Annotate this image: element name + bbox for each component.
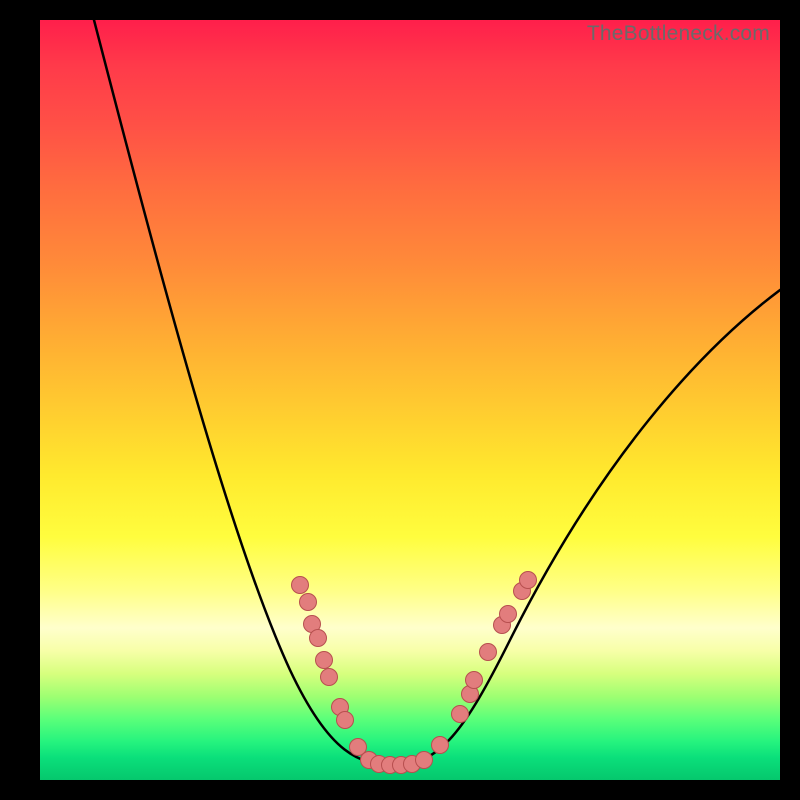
curve-dot — [466, 672, 483, 689]
curve-dot — [416, 752, 433, 769]
curve-dot — [480, 644, 497, 661]
plot-area: TheBottleneck.com — [40, 20, 780, 780]
chart-frame: TheBottleneck.com — [0, 0, 800, 800]
curve-dot — [316, 652, 333, 669]
curve-dot — [500, 606, 517, 623]
curve-dot — [432, 737, 449, 754]
curve-dot — [452, 706, 469, 723]
curve-dot — [321, 669, 338, 686]
curve-dots — [292, 572, 537, 774]
curve-dot — [292, 577, 309, 594]
curve-dot — [310, 630, 327, 647]
curve-layer — [40, 20, 780, 780]
curve-dot — [300, 594, 317, 611]
curve-dot — [520, 572, 537, 589]
curve-dot — [337, 712, 354, 729]
bottleneck-curve — [94, 20, 780, 765]
